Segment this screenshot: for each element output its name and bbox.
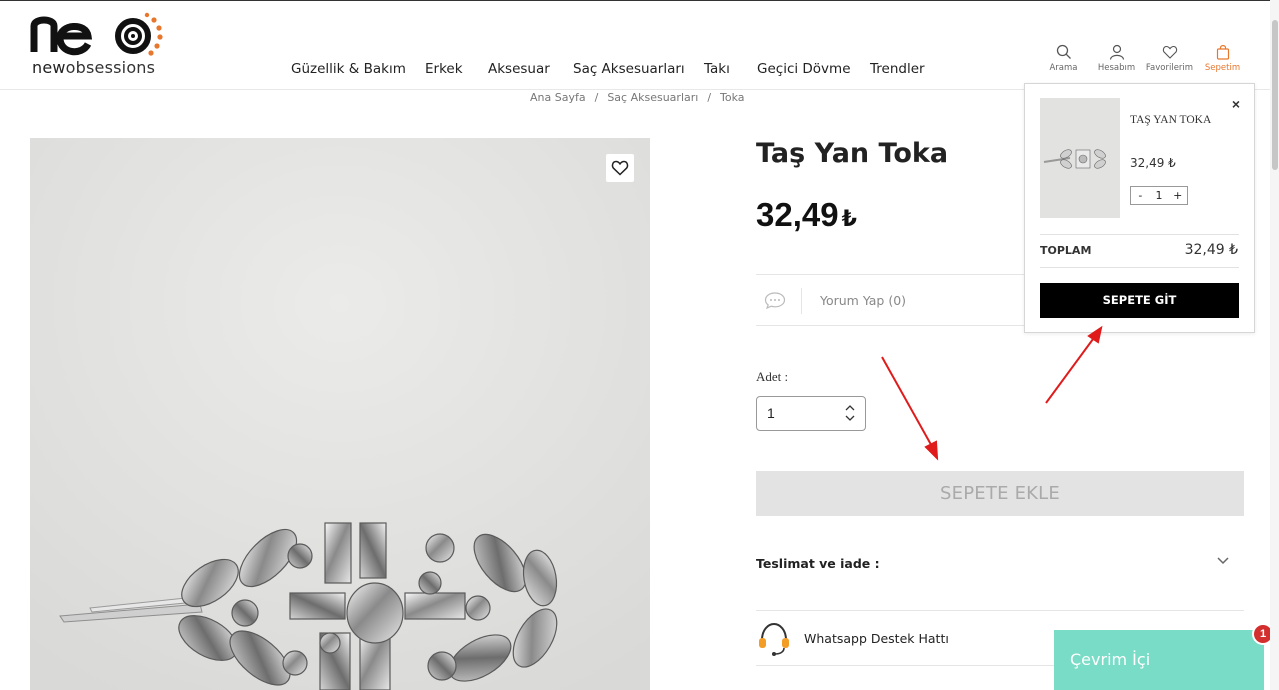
hair-clip-thumb <box>1040 98 1120 218</box>
close-icon[interactable]: × <box>1232 96 1240 112</box>
go-to-cart-button[interactable]: SEPETE GİT <box>1040 283 1239 318</box>
live-chat-widget[interactable]: Çevrim İçi <box>1054 630 1264 690</box>
price-currency: ₺ <box>841 206 857 231</box>
header-actions: Arama Hesabım Favorilerim Sepetim <box>1037 44 1249 73</box>
nav-item-guzellik[interactable]: Güzellik & Bakım <box>291 61 406 77</box>
cart-qty-value[interactable]: 1 <box>1150 187 1169 204</box>
price-value: 32,49 <box>756 196 839 233</box>
cart-divider <box>1040 234 1239 235</box>
mini-cart-popup: × TAŞ YAN TOKA 32,49 ₺ - 1 + TOPLAM 32,4… <box>1024 83 1255 333</box>
favorites-button[interactable]: Favorilerim <box>1143 44 1196 73</box>
whatsapp-label: Whatsapp Destek Hattı <box>804 631 949 646</box>
scrollbar-thumb[interactable] <box>1272 20 1278 170</box>
quantity-stepper-icon[interactable] <box>842 402 858 424</box>
nav-item-taki[interactable]: Takı <box>704 61 730 77</box>
cart-quantity-stepper: - 1 + <box>1130 186 1188 205</box>
comment-icon <box>764 292 786 309</box>
headset-icon <box>759 622 789 656</box>
arrow-to-add-button <box>881 356 935 451</box>
logo-mark <box>30 12 163 56</box>
hair-clip-photo <box>30 138 650 690</box>
add-to-cart-button[interactable]: SEPETE EKLE <box>756 471 1244 516</box>
heart-icon <box>1162 45 1177 59</box>
search-button[interactable]: Arama <box>1037 44 1090 73</box>
cart-qty-minus[interactable]: - <box>1131 187 1150 204</box>
chevron-down-icon <box>1217 557 1229 565</box>
cart-qty-plus[interactable]: + <box>1168 187 1187 204</box>
search-label: Arama <box>1049 63 1078 73</box>
nav-item-gecici-dovme[interactable]: Geçici Dövme <box>757 61 851 77</box>
arrowhead <box>924 440 939 461</box>
search-icon <box>1056 44 1071 59</box>
breadcrumb-current[interactable]: Toka <box>720 91 745 104</box>
breadcrumb-separator: / <box>594 91 599 104</box>
product-image[interactable] <box>30 138 650 690</box>
write-review-link[interactable]: Yorum Yap (0) <box>820 293 906 308</box>
cart-item-price: 32,49 ₺ <box>1130 156 1176 170</box>
breadcrumb-category[interactable]: Saç Aksesuarları <box>607 91 698 104</box>
shipping-label: Teslimat ve iade : <box>756 556 880 571</box>
breadcrumb-separator: / <box>707 91 712 104</box>
cart-divider <box>1040 267 1239 268</box>
nav-item-trendler[interactable]: Trendler <box>870 61 925 77</box>
breadcrumb-home[interactable]: Ana Sayfa <box>530 91 586 104</box>
quantity-label: Adet : <box>756 369 789 384</box>
cart-label: Sepetim <box>1204 63 1241 73</box>
cart-total-label: TOPLAM <box>1040 244 1092 257</box>
cart-button[interactable]: Sepetim <box>1196 44 1249 73</box>
favorite-toggle[interactable] <box>606 154 634 182</box>
product-title: Taş Yan Toka <box>756 138 949 169</box>
account-label: Hesabım <box>1097 63 1136 73</box>
top-border <box>0 0 1279 1</box>
product-price: 32,49 ₺ <box>756 196 857 234</box>
nav-item-sac-aksesuarlari[interactable]: Saç Aksesuarları <box>573 61 685 77</box>
nav-item-aksesuar[interactable]: Aksesuar <box>488 61 550 77</box>
bag-icon <box>1216 45 1229 60</box>
cart-item-name[interactable]: TAŞ YAN TOKA <box>1130 114 1211 126</box>
user-icon <box>1109 44 1124 60</box>
section-divider <box>756 610 1244 611</box>
review-divider <box>801 288 802 314</box>
shipping-accordion[interactable]: Teslimat ve iade : <box>756 540 1244 586</box>
favorites-label: Favorilerim <box>1145 63 1194 73</box>
breadcrumb: Ana Sayfa / Saç Aksesuarları / Toka <box>530 91 745 104</box>
arrow-to-cart-button <box>1045 334 1097 404</box>
cart-total-value: 32,49 ₺ <box>1184 242 1238 258</box>
account-button[interactable]: Hesabım <box>1090 44 1143 73</box>
cart-item-thumbnail[interactable] <box>1040 98 1120 218</box>
heart-icon <box>611 160 629 176</box>
nav-item-erkek[interactable]: Erkek <box>425 61 463 77</box>
